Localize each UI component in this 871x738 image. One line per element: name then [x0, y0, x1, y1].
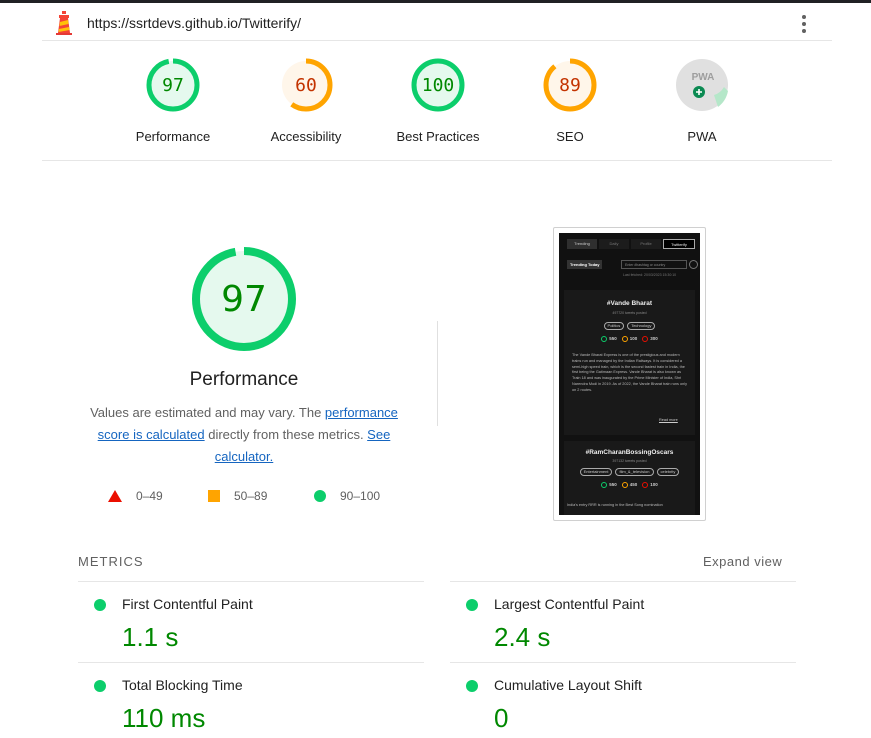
thumb-last-fetched: Last fetched: 20/03/2023 15:30:10: [623, 273, 677, 277]
thumb-card-body: India's entry RRR is running in the Best…: [567, 503, 663, 507]
thumb-search: Enter #hashtag or country: [621, 260, 687, 269]
pwa-badge-text: PWA: [692, 72, 715, 83]
thumb-nav-item: Daily: [599, 239, 629, 249]
thumb-tag: Entertainment: [579, 468, 613, 476]
score-ring: 100: [411, 58, 465, 112]
report-topbar: https://ssrtdevs.github.io/Twitterify/: [42, 4, 832, 41]
thumb-stat: 450: [629, 482, 638, 488]
thumb-stat: 100: [629, 336, 638, 342]
pwa-badge-icon: PWA: [676, 59, 728, 111]
metric-lcp: Largest Contentful Paint 2.4 s: [450, 582, 796, 662]
thumb-card: #RamCharanBossingOscars 397132 tweets po…: [564, 441, 695, 515]
metric-fcp: First Contentful Paint 1.1 s: [78, 582, 424, 662]
gauge-accessibility[interactable]: 60 Accessibility: [236, 57, 376, 144]
thumb-card-sub: 397132 tweets posted: [612, 459, 647, 463]
metric-name: Cumulative Layout Shift: [494, 677, 642, 693]
screenshot-image: Trending Daily Profile Twitterify Trendi…: [559, 233, 700, 515]
fail-triangle-icon: [108, 490, 122, 502]
thumb-stat: 300: [650, 336, 658, 342]
gauge-score: 89: [559, 75, 581, 96]
category-scores: 97 Performance 60 Accessibility 100 Best…: [42, 41, 832, 161]
pass-circle-icon: [466, 599, 478, 611]
score-legend: 0–49 50–89 90–100: [100, 489, 400, 509]
pass-circle-icon: [94, 680, 106, 692]
legend-average: 50–89: [208, 489, 267, 503]
thumb-card-body: The Vande Bharat Express is one of the p…: [572, 353, 687, 392]
metric-name: Total Blocking Time: [122, 677, 243, 693]
pass-circle-icon: [94, 599, 106, 611]
thumb-nav-item: Twitterify: [663, 239, 695, 249]
desc-text: directly from these metrics.: [204, 427, 368, 442]
thumb-card-tags: Entertainment film_&_television celebrit…: [564, 468, 695, 476]
metric-value: 110 ms: [122, 703, 206, 733]
pass-circle-icon: [466, 680, 478, 692]
gauge-label: PWA: [687, 129, 717, 144]
metric-value: 0: [494, 703, 509, 733]
window-top-edge: [0, 0, 871, 3]
thumb-trending-button: Trending Today: [567, 260, 603, 269]
performance-score-gauge: 97: [192, 247, 296, 351]
metric-value: 1.1 s: [122, 622, 179, 652]
score-ring: 89: [543, 58, 597, 112]
thumb-nav-item: Profile: [631, 239, 661, 249]
thumb-stat: 550: [609, 336, 617, 342]
score-ring: 97: [146, 58, 200, 112]
legend-fail-range: 0–49: [136, 489, 163, 503]
thumb-stat: 100: [650, 482, 658, 488]
final-screenshot[interactable]: Trending Daily Profile Twitterify Trendi…: [553, 227, 706, 521]
metric-name: Largest Contentful Paint: [494, 596, 645, 612]
thumb-card-stats: 550 450 100: [564, 482, 695, 488]
thumb-card-sub: 497720 tweets posted: [612, 311, 647, 315]
legend-pass-range: 90–100: [340, 489, 381, 503]
thumb-tag: celebrity: [656, 468, 680, 476]
metric-tbt: Total Blocking Time 110 ms: [78, 663, 424, 738]
gauge-score: 60: [295, 75, 317, 96]
performance-description: Values are estimated and may vary. The p…: [78, 402, 410, 468]
thumb-card-title: #RamCharanBossingOscars: [585, 449, 674, 456]
thumb-nav-item: Trending: [567, 239, 597, 249]
section-divider: [437, 321, 438, 426]
legend-average-range: 50–89: [234, 489, 268, 503]
performance-title: Performance: [189, 369, 299, 390]
gauge-label: SEO: [556, 129, 584, 144]
thumb-card-title: #Vande Bharat: [606, 300, 653, 307]
score-ring: 60: [279, 58, 333, 112]
thumb-nav: Trending Daily Profile Twitterify: [567, 239, 695, 249]
legend-fail: 0–49: [108, 489, 163, 503]
gauge-score: 100: [422, 75, 455, 96]
average-square-icon: [208, 490, 220, 502]
thumb-stat: 550: [609, 482, 617, 488]
lighthouse-icon: [56, 11, 72, 35]
gauge-score: 97: [162, 75, 184, 96]
gauge-best-practices[interactable]: 100 Best Practices: [368, 57, 508, 144]
thumb-search-icon: [689, 260, 698, 269]
legend-pass: 90–100: [314, 489, 380, 503]
more-options-icon[interactable]: [794, 13, 814, 35]
metric-value: 2.4 s: [494, 622, 551, 652]
thumb-card-tags: Politics Technology: [564, 322, 695, 330]
gauge-label: Best Practices: [396, 129, 480, 144]
thumb-card: #Vande Bharat 497720 tweets posted Polit…: [564, 290, 695, 435]
metrics-header: METRICS: [78, 554, 144, 569]
thumb-tag: Politics: [603, 322, 625, 330]
desc-text: Values are estimated and may vary. The: [90, 405, 325, 420]
thumb-card-stats: 550 100 300: [564, 336, 695, 342]
thumb-read-more: Read more: [659, 418, 678, 422]
gauge-performance[interactable]: 97 Performance: [103, 57, 243, 144]
gauge-seo[interactable]: 89 SEO: [500, 57, 640, 144]
metric-name: First Contentful Paint: [122, 596, 253, 612]
gauge-pwa[interactable]: PWA PWA: [632, 57, 772, 144]
expand-view-toggle[interactable]: Expand view: [703, 554, 782, 569]
gauge-label: Performance: [135, 129, 211, 144]
metric-cls: Cumulative Layout Shift 0: [450, 663, 796, 738]
thumb-tag: Technology: [627, 322, 656, 330]
pass-circle-icon: [314, 490, 326, 502]
performance-score-value: 97: [221, 279, 267, 320]
gauge-label: Accessibility: [270, 129, 342, 144]
report-url[interactable]: https://ssrtdevs.github.io/Twitterify/: [87, 15, 301, 31]
thumb-tag: film_&_television: [615, 468, 654, 476]
